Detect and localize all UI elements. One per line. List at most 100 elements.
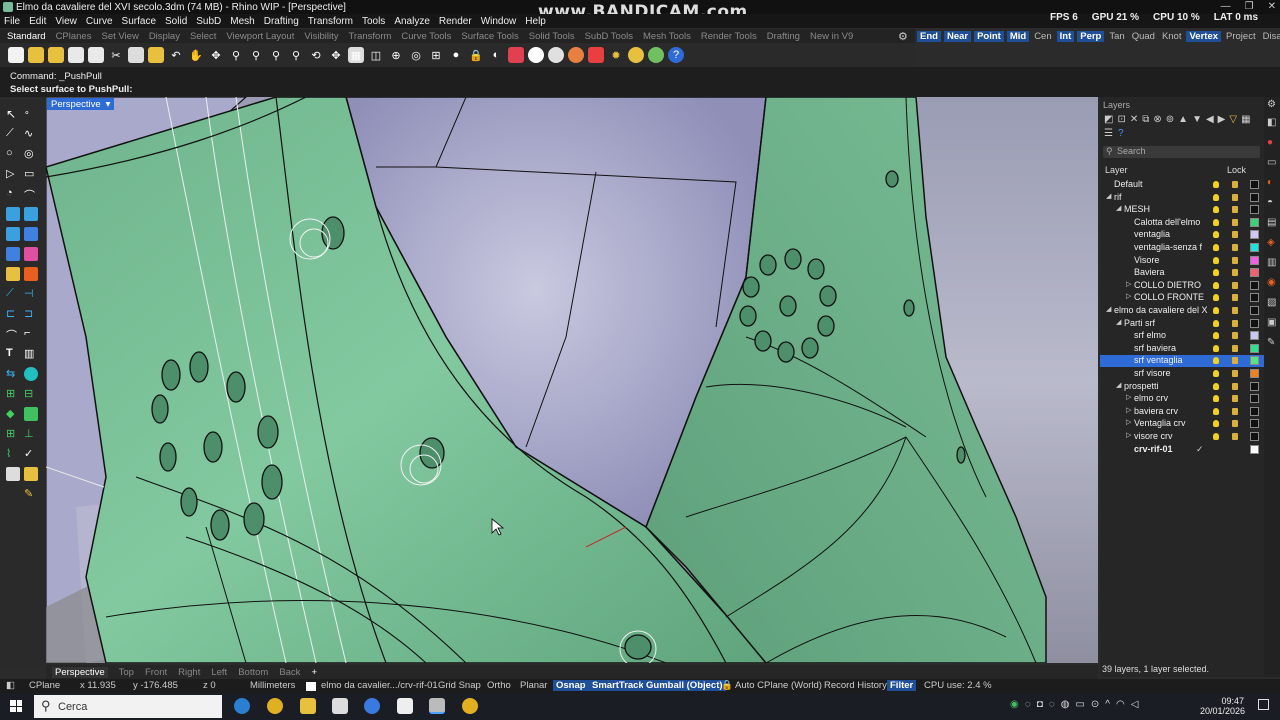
light-tool-icon[interactable] [6,267,20,281]
layer-row[interactable]: ventaglia [1100,229,1264,241]
expand-arrow-icon[interactable]: ◢ [1116,204,1121,212]
layer-row[interactable]: ◢ prospetti [1100,381,1264,393]
tab-set-view[interactable]: Set View [96,31,143,42]
tab-render-tools[interactable]: Render Tools [696,31,762,42]
lock-icon[interactable] [1232,294,1238,302]
layer-row[interactable]: ▷ COLLO DIETRO [1100,280,1264,292]
layer-name[interactable]: srf baviera [1134,343,1176,353]
visibility-bulb-icon[interactable] [1213,344,1219,352]
undo-view-icon[interactable]: ⟲ [308,47,324,63]
options-icon[interactable]: ✹ [608,47,624,63]
lock-icon[interactable] [1232,244,1238,251]
color-wheel-icon[interactable] [528,47,544,63]
layer-name[interactable]: crv-rif-01 [1134,444,1173,454]
layer-color-swatch[interactable] [1250,205,1259,215]
menu-curve[interactable]: Curve [86,16,113,27]
tab-transform[interactable]: Transform [343,31,396,42]
smarttrack-toggle[interactable]: SmartTrack [589,680,647,691]
tab-drafting[interactable]: Drafting [762,31,805,42]
visibility-bulb-icon[interactable] [1213,395,1219,403]
viewport-name[interactable]: Perspective [51,99,101,110]
notifications-icon[interactable] [1258,699,1269,710]
tab-solid-tools[interactable]: Solid Tools [524,31,580,42]
expand-arrow-icon[interactable]: ◢ [1106,192,1111,200]
layer-name[interactable]: Visore [1134,255,1159,265]
tray-icon[interactable]: ◌ [1049,699,1055,710]
rectangle-icon[interactable]: ▭ [24,167,38,181]
layer-color-swatch[interactable] [306,682,316,691]
auto-cplane-toggle[interactable]: Auto CPlane (World) [735,680,822,691]
visibility-bulb-icon[interactable] [1213,269,1219,277]
boolean-icon[interactable] [24,267,38,281]
units-label[interactable]: Millimeters [250,680,295,691]
material-icon[interactable] [568,47,584,63]
layer-row[interactable]: ◢ elmo da cavaliere del X [1100,305,1264,317]
menu-subd[interactable]: SubD [196,16,221,27]
lock-icon[interactable] [1232,332,1238,340]
app-icon[interactable] [397,698,413,714]
menu-solid[interactable]: Solid [165,16,187,27]
polygon-icon[interactable]: ▷ [6,167,20,181]
tray-icon[interactable]: ◘ [1037,699,1043,710]
visibility-bulb-icon[interactable] [1213,244,1219,251]
lock-icon[interactable] [1232,181,1238,188]
visibility-bulb-icon[interactable] [1213,307,1219,314]
visibility-bulb-icon[interactable] [1213,433,1219,440]
grid-icon[interactable]: ⊞ [428,47,444,63]
render-tab-icon[interactable]: ● [1267,137,1273,148]
layer-name[interactable]: prospetti [1124,381,1159,391]
osnap-int[interactable]: Int [1056,30,1075,42]
layer-color-swatch[interactable] [1250,217,1259,227]
print-icon[interactable] [68,47,84,63]
snapshots-tab-icon[interactable]: ▧ [1267,297,1276,308]
close-icon[interactable]: ✕ [1268,1,1276,12]
select-icon[interactable]: ◎ [408,47,424,63]
osnap-vertex[interactable]: Vertex [1186,30,1222,42]
lock-icon[interactable] [1232,382,1238,390]
select-arrow-icon[interactable]: ↖ [6,107,20,121]
vp-tab-back[interactable]: Back [279,667,300,678]
fillet-icon[interactable]: ⌒ [6,327,20,342]
osnap-toggle[interactable]: Osnap [553,680,589,691]
fillet-curve-icon[interactable]: ⌒ [24,187,38,202]
planar-toggle[interactable]: Planar [520,680,547,691]
vp-tab-perspective[interactable]: Perspective [52,666,108,678]
blocks-tab-icon[interactable]: ▣ [1267,317,1276,328]
drafting-tool-icon[interactable] [24,467,38,481]
visibility-bulb-icon[interactable] [1213,332,1219,340]
delete-layer-icon[interactable]: ✕ [1130,114,1138,125]
layer-name[interactable]: ventaglia-senza f [1134,242,1202,252]
move-icon[interactable]: ✥ [328,47,344,63]
layer-row[interactable]: srf ventaglia [1100,355,1264,368]
chamfer-icon[interactable]: ⌐ [24,327,38,341]
help-tab-icon[interactable]: ▥ [1267,257,1276,268]
rotate-view-icon[interactable]: ✥ [208,47,224,63]
arc-icon[interactable]: ◔ [6,187,20,201]
move-up-icon[interactable]: ▲ [1178,114,1188,125]
layer-name[interactable]: ventaglia [1134,229,1170,239]
lock-icon[interactable] [1232,218,1238,226]
layers-help-icon[interactable]: ? [1118,128,1124,139]
layer-color-swatch[interactable] [1250,444,1259,454]
tab-surface-tools[interactable]: Surface Tools [456,31,523,42]
move-down-icon[interactable]: ▼ [1192,114,1202,125]
lock-icon[interactable] [1232,256,1238,264]
layer-color-swatch[interactable] [1250,432,1259,441]
polyline-icon[interactable]: ⟋ [6,127,20,141]
osnap-disable[interactable]: Disable [1261,31,1280,42]
hatch-icon[interactable]: ▥ [24,347,38,361]
split-icon[interactable]: ⊣ [24,287,38,301]
tab-viewport-layout[interactable]: Viewport Layout [221,31,299,42]
chrome-2-icon[interactable] [462,698,478,714]
viewport-label[interactable]: Perspective ▾ [47,98,115,110]
osnap-project[interactable]: Project [1224,31,1258,42]
minimize-icon[interactable]: — [1221,1,1231,12]
layer-name[interactable]: COLLO FRONTE [1134,292,1204,302]
pan-icon[interactable]: ✋ [188,47,204,63]
layer-state-icon[interactable]: ⊗ [1153,114,1161,125]
lock-icon[interactable] [1232,344,1238,352]
columns-icon[interactable]: ▦ [1241,114,1250,125]
taskbar-search-input[interactable]: ⚲ Cerca [34,695,222,718]
layer-row[interactable]: Default [1100,179,1264,191]
layer-name[interactable]: Calotta dell'elmo [1134,217,1200,227]
